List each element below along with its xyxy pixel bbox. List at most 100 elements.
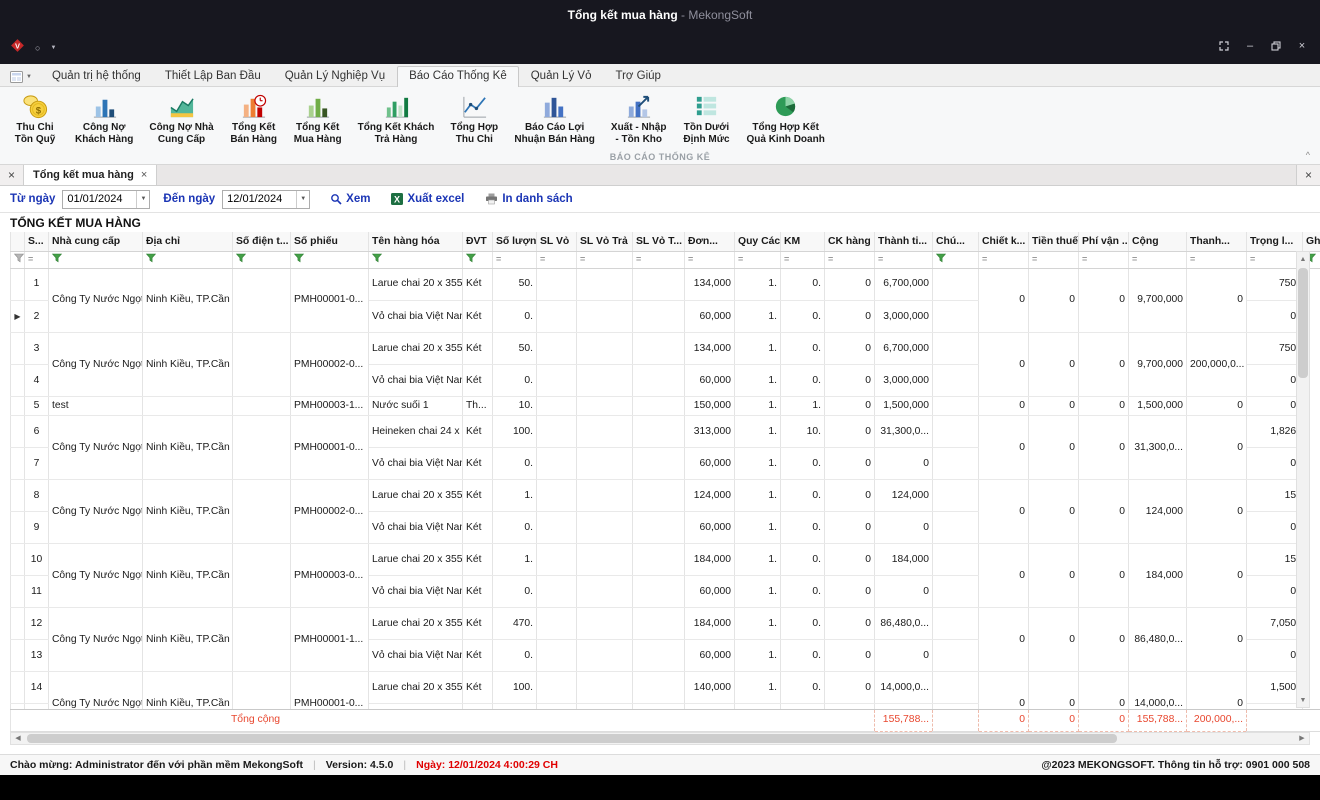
cell-slvotra[interactable] [577,480,633,512]
cell-stt[interactable]: 1 [25,269,49,301]
cell-chu[interactable] [933,416,979,448]
cell-ck[interactable]: 0 [979,333,1029,397]
cell-price[interactable]: 60,000 [685,365,735,397]
table-row[interactable]: 10Công Ty Nước Ngọt CN CT 2Ninh Kiều, TP… [11,544,1311,576]
cell-dvt[interactable]: Két [463,512,493,544]
column-header-ck[interactable]: Chiết k... [979,232,1029,251]
cell-qty[interactable]: 100. [493,672,537,704]
cell-product[interactable]: Vỏ chai bia Việt Nam [369,512,463,544]
cell-ckh[interactable]: 0 [825,608,875,640]
cell-qc[interactable]: 1. [735,640,781,672]
scroll-down-icon[interactable]: ▼ [1297,693,1309,707]
cell-slvotra[interactable] [577,448,633,480]
cell-amt[interactable]: 6,700,000 [875,269,933,301]
cell-chu[interactable] [933,448,979,480]
cell-slvo[interactable] [537,672,577,704]
cell-km[interactable]: 10. [781,416,825,448]
filter-cell-price[interactable]: = [685,251,735,268]
horizontal-scrollbar[interactable]: ◀ ▶ [10,732,1310,745]
cell-chu[interactable] [933,301,979,333]
cell-ck[interactable]: 0 [979,269,1029,333]
minimize-icon[interactable]: – [1244,40,1256,52]
cell-address[interactable]: Ninh Kiều, TP.Cần Thơ [143,269,233,333]
cell-amt[interactable]: 0 [875,576,933,608]
cell-slvo[interactable] [537,480,577,512]
qat-dropdown-icon[interactable]: ▼ [50,45,56,51]
cell-wt[interactable]: 7,050. [1247,608,1303,640]
filter-cell-chu[interactable] [933,251,979,268]
cell-ck[interactable]: 0 [979,608,1029,672]
cell-row-indicator[interactable]: ▶ [11,301,25,333]
cell-slvotra[interactable] [577,608,633,640]
cell-slvo[interactable] [537,544,577,576]
scroll-right-icon[interactable]: ▶ [1295,733,1309,744]
fullscreen-icon[interactable] [1218,40,1230,52]
cell-pay[interactable]: 0 [1187,269,1247,333]
cell-chu[interactable] [933,576,979,608]
cell-wt[interactable]: 15. [1247,544,1303,576]
cell-row-indicator[interactable] [11,480,25,512]
cell-wt[interactable]: 0. [1247,640,1303,672]
cell-price[interactable]: 134,000 [685,269,735,301]
cell-address[interactable]: Ninh Kiều, TP.Cần Thơ [143,544,233,608]
cell-chu[interactable] [933,608,979,640]
cell-address[interactable]: Ninh Kiều, TP.Cần Thơ [143,416,233,480]
scroll-left-icon[interactable]: ◀ [11,733,25,744]
qat-circle-icon[interactable]: ○ [35,44,40,53]
cell-pay[interactable]: 0 [1187,480,1247,544]
filter-cell-stt[interactable]: = [25,251,49,268]
column-header-slvo[interactable]: SL Vỏ [537,232,577,251]
cell-wt[interactable]: 0. [1247,448,1303,480]
cell-amt[interactable]: 0 [875,512,933,544]
cell-amt[interactable]: 1,500,000 [875,397,933,416]
ribbon-item-tong-ket-mua-hang[interactable]: Tổng KếtMua Hàng [289,91,347,147]
cell-slvot[interactable] [633,333,685,365]
cell-receipt[interactable]: PMH00001-0... [291,416,369,480]
filter-cell-pay[interactable]: = [1187,251,1247,268]
cell-product[interactable]: Larue chai 20 x 355ml (hàng thường) [369,672,463,704]
cell-ck[interactable]: 0 [979,544,1029,608]
cell-qc[interactable]: 1. [735,269,781,301]
cell-qc[interactable]: 1. [735,544,781,576]
cell-supplier[interactable]: Công Ty Nước Ngọt CN CT 2 [49,608,143,672]
cell-row-indicator[interactable] [11,416,25,448]
horizontal-scroll-thumb[interactable] [27,734,1117,743]
column-header-qc[interactable]: Quy Cách [735,232,781,251]
cell-price[interactable]: 60,000 [685,448,735,480]
cell-price[interactable]: 60,000 [685,576,735,608]
filter-cell-qty[interactable]: = [493,251,537,268]
cell-qty[interactable]: 0. [493,448,537,480]
doc-tab-close-icon[interactable]: × [141,169,147,181]
cell-km[interactable]: 0. [781,608,825,640]
cell-ck[interactable]: 0 [979,672,1029,709]
cell-receipt[interactable]: PMH00002-0... [291,333,369,397]
cell-chu[interactable] [933,333,979,365]
cell-qty[interactable]: 50. [493,269,537,301]
column-header-wt[interactable]: Trọng l... [1247,232,1303,251]
cell-km[interactable]: 0. [781,512,825,544]
column-header-chu[interactable]: Chú... [933,232,979,251]
cell-slvot[interactable] [633,301,685,333]
cell-price[interactable]: 150,000 [685,397,735,416]
cell-wt[interactable]: 0. [1247,301,1303,333]
vertical-scroll-thumb[interactable] [1298,268,1308,378]
cell-slvo[interactable] [537,333,577,365]
cell-product[interactable]: Larue chai 20 x 355ml (hàng thường) [369,333,463,365]
menu-tab-tro-giup[interactable]: Trợ Giúp [603,66,672,86]
filter-cell-qc[interactable]: = [735,251,781,268]
cell-slvot[interactable] [633,416,685,448]
cell-receipt[interactable]: PMH00002-0... [291,480,369,544]
cell-chu[interactable] [933,640,979,672]
doc-tabs-close-left-button[interactable]: × [0,165,24,185]
cell-slvot[interactable] [633,448,685,480]
cell-qty[interactable]: 0. [493,640,537,672]
cell-product[interactable]: Larue chai 20 x 355ml (hàng thường) [369,608,463,640]
filter-cell-slvo[interactable]: = [537,251,577,268]
cell-supplier[interactable]: Công Ty Nước Ngọt CN CT 2 [49,480,143,544]
from-date-dropdown-icon[interactable]: ▼ [136,191,149,208]
filter-cell-receipt[interactable] [291,251,369,268]
cell-row-indicator[interactable] [11,608,25,640]
cell-dvt[interactable]: Két [463,365,493,397]
vertical-scrollbar[interactable]: ▲ ▼ [1296,251,1310,708]
to-date-input[interactable]: 12/01/2024 ▼ [222,190,310,209]
